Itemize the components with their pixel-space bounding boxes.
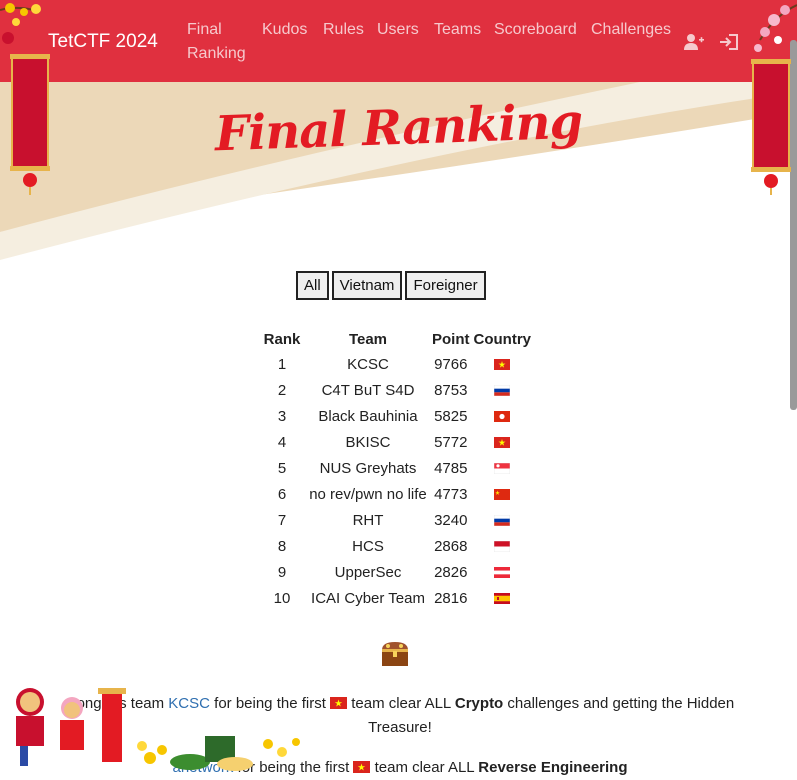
- table-row: 4 BKISC 5772: [258, 429, 533, 455]
- austria-flag-icon: [494, 567, 511, 579]
- table-row: 8 HCS 2868: [258, 533, 533, 559]
- point-cell: 3240: [434, 511, 468, 529]
- ranking-table-body: 1 KCSC 9766 2 C4T BuT S4D 8753 3 Black Bauhinia…: [258, 351, 533, 611]
- point-cell: 4785: [434, 459, 468, 477]
- filter-all-button[interactable]: All: [296, 271, 329, 300]
- vietnam-flag-icon: [494, 359, 511, 371]
- vietnam-flag-icon: [330, 697, 348, 709]
- point-cell: 4773: [434, 485, 468, 503]
- team-cell: no rev/pwn no life: [309, 485, 427, 503]
- team-cell: Black Bauhinia: [318, 407, 418, 425]
- vietnam-flag-icon: [353, 761, 371, 773]
- table-row: 9 UpperSec 2826: [258, 559, 533, 585]
- country-cell: [472, 507, 534, 533]
- table-row: 6 no rev/pwn no life 4773: [258, 481, 533, 507]
- rank-cell: 6: [277, 485, 287, 503]
- country-cell: [472, 403, 534, 429]
- table-row: 5 NUS Greyhats 4785: [258, 455, 533, 481]
- tet-decoration-bottom: [16, 688, 300, 771]
- point-header: Point: [432, 330, 470, 348]
- rank-cell: 7: [277, 511, 287, 529]
- ranking-table: Rank Team Point Country 1 KCSC 9766 2 C4T Bu…: [258, 327, 533, 611]
- country-cell: [472, 429, 534, 455]
- rank-cell: 8: [277, 537, 287, 555]
- rank-cell: 4: [277, 433, 287, 451]
- spain-flag-icon: [494, 593, 511, 605]
- table-row: 3 Black Bauhinia 5825: [258, 403, 533, 429]
- table-header-row: Rank Team Point Country: [258, 327, 533, 351]
- team-cell: NUS Greyhats: [319, 459, 417, 477]
- table-row: 7 RHT 3240: [258, 507, 533, 533]
- russia-flag-icon: [494, 515, 511, 527]
- hanging-banner-right: [751, 59, 791, 195]
- navbar: TetCTF 2024 Final Ranking Kudos Rules Us…: [0, 0, 797, 82]
- point-cell: 5825: [434, 407, 468, 425]
- nav-final-ranking[interactable]: Final Ranking: [187, 18, 249, 66]
- team-cell: BKISC: [345, 433, 391, 451]
- register-icon[interactable]: [683, 33, 705, 51]
- point-cell: 2868: [434, 537, 468, 555]
- team-cell: RHT: [352, 511, 384, 529]
- table-row: 2 C4T BuT S4D 8753: [258, 377, 533, 403]
- nav-teams[interactable]: Teams: [434, 18, 481, 42]
- kudos-category: Crypto: [454, 695, 504, 712]
- point-cell: 8753: [434, 381, 468, 399]
- team-cell: ICAI Cyber Team: [311, 589, 425, 607]
- rank-cell: 10: [273, 589, 291, 607]
- nav-kudos[interactable]: Kudos: [262, 18, 307, 42]
- country-header: Country: [473, 330, 532, 348]
- singapore-flag-icon: [494, 463, 511, 475]
- nav-challenges[interactable]: Challenges: [591, 18, 671, 42]
- team-header: Team: [348, 330, 388, 348]
- country-filter: All Vietnam Foreigner: [296, 271, 486, 300]
- country-cell: [472, 377, 534, 403]
- kudos-after-flag: team clear ALL: [370, 759, 479, 776]
- country-cell: [472, 559, 534, 585]
- brand-title[interactable]: TetCTF 2024: [48, 31, 158, 53]
- blossom-decoration-left: [0, 3, 41, 44]
- point-cell: 9766: [434, 355, 468, 373]
- nav-scoreboard[interactable]: Scoreboard: [494, 18, 577, 42]
- china-flag-icon: [494, 489, 511, 501]
- point-cell: 2816: [434, 589, 468, 607]
- country-cell: [472, 455, 534, 481]
- russia-flag-icon: [494, 385, 511, 397]
- country-cell: [472, 351, 534, 377]
- rank-cell: 3: [277, 407, 287, 425]
- table-row: 1 KCSC 9766: [258, 351, 533, 377]
- team-cell: UpperSec: [334, 563, 402, 581]
- country-cell: [472, 533, 534, 559]
- hong-kong-flag-icon: [494, 411, 511, 423]
- kudos-after-flag: team clear ALL: [347, 695, 455, 712]
- hanging-banner-left: [10, 54, 50, 195]
- point-cell: 5772: [434, 433, 468, 451]
- rank-header: Rank: [263, 330, 301, 348]
- table-row: 10 ICAI Cyber Team 2816: [258, 585, 533, 611]
- rank-cell: 1: [277, 355, 287, 373]
- team-cell: C4T BuT S4D: [321, 381, 415, 399]
- team-cell: KCSC: [347, 355, 389, 373]
- country-cell: [472, 585, 534, 611]
- treasure-chest-icon: [382, 642, 408, 666]
- nav-rules[interactable]: Rules: [323, 18, 364, 42]
- country-cell: [472, 481, 534, 507]
- filter-vietnam-button[interactable]: Vietnam: [331, 271, 403, 300]
- kudos-category: Reverse Engineering: [478, 759, 628, 776]
- rank-cell: 2: [277, 381, 287, 399]
- vietnam-flag-icon: [494, 437, 511, 449]
- nav-users[interactable]: Users: [377, 18, 419, 42]
- filter-foreigner-button[interactable]: Foreigner: [405, 271, 486, 300]
- indonesia-flag-icon: [494, 541, 511, 553]
- point-cell: 2826: [434, 563, 468, 581]
- team-cell: HCS: [352, 537, 384, 555]
- rank-cell: 5: [277, 459, 287, 477]
- rank-cell: 9: [277, 563, 287, 581]
